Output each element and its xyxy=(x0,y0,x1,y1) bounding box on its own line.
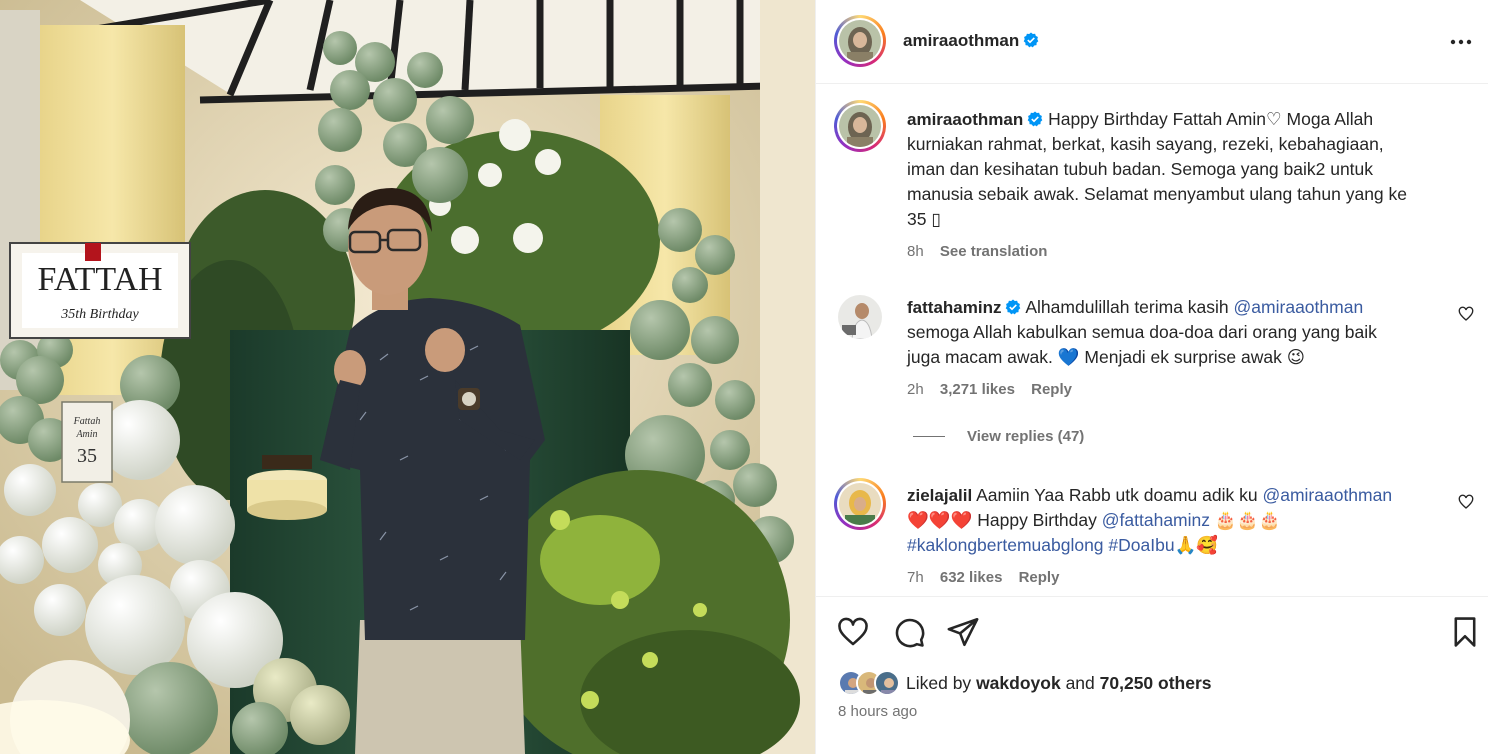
liked-by-user[interactable]: wakdoyok xyxy=(976,673,1061,693)
commenter-avatar[interactable] xyxy=(834,478,886,530)
card-number: 35 xyxy=(77,445,97,467)
reply-button[interactable]: Reply xyxy=(1019,569,1060,586)
caption-time: 8h xyxy=(907,243,924,260)
card-line2: Amin xyxy=(75,429,97,440)
liker-avatar xyxy=(874,670,900,696)
mention-link[interactable]: @amiraaothman xyxy=(1262,485,1392,505)
comment-like-heart-icon[interactable] xyxy=(1458,494,1474,510)
comment-like-heart-icon[interactable] xyxy=(1458,306,1474,322)
sign-name-text: FATTAH xyxy=(37,261,162,298)
liked-by-text: Liked by wakdoyok and 70,250 others xyxy=(906,673,1212,694)
comment-time: 2h xyxy=(907,381,924,398)
author-username[interactable]: amiraaothman xyxy=(903,31,1019,50)
post-panel: amiraaothman amiraaothman Happy Birthday… xyxy=(815,0,1488,754)
liked-by-others[interactable]: 70,250 others xyxy=(1100,673,1212,693)
comment-username[interactable]: fattahaminz xyxy=(907,298,1001,317)
commenter-avatar[interactable] xyxy=(838,295,882,339)
mention-link[interactable]: @fattahaminz xyxy=(1102,510,1210,530)
comment-emoji: 🎂🎂🎂 xyxy=(1214,510,1281,530)
share-icon[interactable] xyxy=(946,615,980,649)
liked-by-and: and xyxy=(1065,672,1095,693)
reply-button[interactable]: Reply xyxy=(1031,381,1072,398)
caption-text-line3: iman dan kesihatan tubuh badan. Semoga y… xyxy=(907,159,1374,179)
comment-text: Alhamdulillah terima kasih xyxy=(1025,297,1229,317)
comment-time: 7h xyxy=(907,569,924,586)
comment-icon[interactable] xyxy=(892,615,926,649)
card-line1: Fattah xyxy=(73,416,101,427)
mention-link[interactable]: @amiraaothman xyxy=(1234,297,1364,317)
bookmark-icon[interactable] xyxy=(1448,615,1482,649)
post-photo[interactable]: FATTAH 35th Birthday Fattah Amin 35 xyxy=(0,0,815,754)
view-replies[interactable]: View replies (47) xyxy=(913,428,1084,445)
caption-verified-icon xyxy=(1027,109,1043,127)
post-actions: Liked by wakdoyok and 70,250 others 8 ho… xyxy=(816,596,1488,754)
caption-text-line1: Happy Birthday Fattah Amin♡ Moga Allah xyxy=(1048,109,1374,129)
birthday-sign: FATTAH 35th Birthday xyxy=(9,242,191,339)
comment-verified-icon xyxy=(1005,297,1021,315)
caption-avatar[interactable] xyxy=(834,100,886,152)
comment-emoji: 🙏🥰 xyxy=(1174,535,1219,555)
comment-likes[interactable]: 632 likes xyxy=(940,569,1003,586)
liked-by-prefix: Liked by xyxy=(906,672,972,693)
verified-badge-icon xyxy=(1023,32,1039,48)
hashtag-link[interactable]: #kaklongbertemuabglong xyxy=(907,535,1104,555)
comment-username[interactable]: zielajalil xyxy=(907,486,972,505)
comment-text-line2: ❤️❤️❤️ Happy Birthday xyxy=(907,510,1097,530)
table-card: Fattah Amin 35 xyxy=(61,401,113,483)
comment-text: Aamiin Yaa Rabb utk doamu adik ku xyxy=(976,485,1258,505)
caption-avatar-image xyxy=(839,105,881,147)
post-header: amiraaothman xyxy=(816,0,1488,84)
commenter-avatar-image xyxy=(838,295,882,339)
view-replies-button[interactable]: View replies (47) xyxy=(967,428,1084,445)
post-image: FATTAH 35th Birthday Fattah Amin 35 xyxy=(0,0,815,754)
caption-text-line4: manusia sebaik awak. Selamat menyambut u… xyxy=(907,184,1408,204)
caption-text-line2: kurniakan rahmat, berkat, kasih sayang, … xyxy=(907,134,1384,154)
liked-by[interactable]: Liked by wakdoyok and 70,250 others xyxy=(838,669,1212,697)
commenter-avatar-image xyxy=(839,483,881,525)
comment-text-line3: juga macam awak. 💙 Menjadi ek surprise a… xyxy=(907,347,1305,367)
author-avatar-image xyxy=(839,20,881,62)
see-translation-button[interactable]: See translation xyxy=(940,243,1048,260)
caption-username[interactable]: amiraaothman xyxy=(907,110,1023,129)
heart-icon[interactable] xyxy=(836,615,870,649)
post-timestamp[interactable]: 8 hours ago xyxy=(838,703,917,720)
view-replies-line xyxy=(913,436,945,437)
comment-text-line2: semoga Allah kabulkan semua doa-doa dari… xyxy=(907,322,1377,342)
caption-text-line5: 35 ▯ xyxy=(907,209,941,229)
more-options-icon[interactable] xyxy=(1447,30,1475,54)
sign-line-text: 35th Birthday xyxy=(60,307,139,322)
comment-likes[interactable]: 3,271 likes xyxy=(940,381,1015,398)
author-avatar[interactable] xyxy=(834,15,886,67)
hashtag-link[interactable]: #DoaIbu xyxy=(1108,535,1174,555)
